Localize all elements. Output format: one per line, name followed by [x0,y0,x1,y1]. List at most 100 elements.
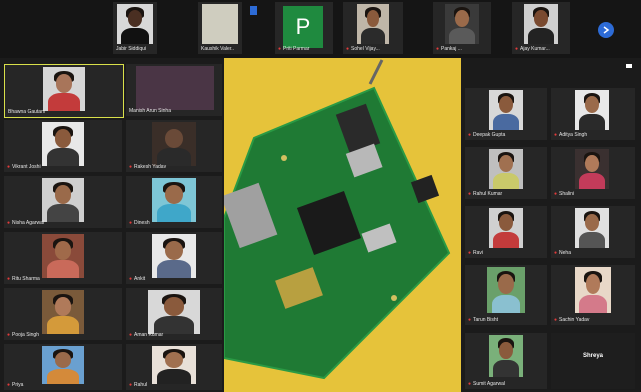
participant-video [489,208,523,248]
participant-name: ● Ritu Sharma [7,276,40,282]
mic-muted-icon: ● [468,317,472,323]
participant-name: ● Aditya Singh [554,132,588,138]
participant-video [575,267,611,313]
participant-name: ● Nisha Agarwal [7,220,44,226]
participant-video [42,178,84,222]
video-tile[interactable]: ● Pooja Singh [4,288,122,340]
participant-name: ● Neha [554,250,571,256]
collapse-icon[interactable] [626,64,632,68]
participant-video [575,208,609,248]
participant-video [148,290,200,334]
participant-video [152,346,196,384]
participant-video [489,90,523,130]
participant-name: ● Rahul [129,382,148,388]
participant-video [202,4,238,44]
mic-muted-icon: ● [554,132,558,138]
mic-muted-icon: ● [278,46,282,52]
video-tile[interactable]: ● Aditya Singh [551,88,635,140]
video-tile[interactable]: ● Sohel Vijay... [343,2,403,54]
video-tile[interactable]: ● Dinesh [126,176,222,228]
participant-video [117,4,153,44]
shared-video-stage[interactable] [224,58,461,392]
mic-muted-icon: ● [7,332,11,338]
mic-muted-icon: ● [7,220,11,226]
participant-name: ● Shalini [554,191,575,197]
participant-initial: P [283,6,323,48]
video-tile[interactable]: Manish Arun Sinha [126,64,222,116]
video-tile[interactable]: Kaushik Valer.. [198,2,242,54]
video-tile[interactable]: ● Sachin Yadav [551,265,635,325]
participant-video [487,267,525,313]
participant-name: ● Sumit Agarwal [468,381,505,387]
video-tile[interactable]: ● Priya [4,344,122,390]
next-page-button[interactable] [598,22,614,38]
participant-name: ● Priti Parmar [278,46,310,52]
participant-video [42,234,84,278]
video-tile[interactable]: ● Deepak Gupta [465,88,547,140]
video-tile[interactable]: ● Tarun Bisht [465,265,547,325]
top-participant-strip: Jabir Siddiqui Kaushik Valer.. P ● Priti … [0,0,641,58]
video-tile[interactable]: ● Rahul Kumar [465,147,547,199]
participant-video [43,67,85,111]
participant-name: ● Rahul Kumar [468,191,503,197]
participant-name: Manish Arun Sinha [129,108,171,114]
participant-video [575,90,609,130]
participant-name: ● Ravi [468,250,484,256]
video-tile[interactable]: ● Ankit [126,232,222,284]
participant-name: Jabir Siddiqui [116,46,147,52]
video-tile[interactable]: ● Rakesh Yadav [126,120,222,172]
circuit-board-image [224,59,451,380]
participant-name: ● Sohel Vijay... [346,46,380,52]
video-tile[interactable]: ● Neha [551,206,635,258]
participant-video [445,4,479,44]
video-tile[interactable]: ● Aman Kumar [126,288,222,340]
mic-muted-icon: ● [554,191,558,197]
participant-name: ● Deepak Gupta [468,132,506,138]
mic-muted-icon: ● [436,46,440,52]
participant-video [136,66,214,110]
camera-indicator-icon [250,6,257,15]
video-tile[interactable]: Jabir Siddiqui [113,2,157,54]
mic-muted-icon: ● [515,46,519,52]
participant-name-center: Shreya [582,353,603,359]
mic-muted-icon: ● [468,381,472,387]
participant-video [489,149,523,189]
participant-name: ● Rakesh Yadav [129,164,167,170]
mic-muted-icon: ● [468,250,472,256]
mic-muted-icon: ● [468,191,472,197]
participant-name: ● Priya [7,382,24,388]
participant-video [152,234,196,278]
participant-name: Bhawna Gautam [8,109,46,115]
video-tile[interactable]: ● Sumit Agarwal [465,333,547,389]
participant-video [152,122,196,166]
participant-name: ● Dinesh [129,220,150,226]
participant-video [42,290,84,334]
video-tile[interactable]: ● Rahul [126,344,222,390]
participant-name: ● Pooja Singh [7,332,39,338]
video-tile[interactable]: P ● Priti Parmar [275,2,333,54]
participant-name: ● Vikrant Joshi [7,164,41,170]
mic-muted-icon: ● [7,276,11,282]
participant-name: ● Ajay Kumar... [515,46,550,52]
participant-name: ● Ankit [129,276,146,282]
mic-muted-icon: ● [129,332,133,338]
video-tile[interactable]: ● Ajay Kumar... [512,2,570,54]
video-tile[interactable]: Bhawna Gautam [4,64,124,118]
participant-video [357,4,389,44]
participant-video [524,4,558,44]
mic-muted-icon: ● [129,382,133,388]
participant-video [152,178,196,222]
video-tile[interactable]: ● Pankaj ... [433,2,491,54]
video-tile[interactable]: ● Nisha Agarwal [4,176,122,228]
mic-muted-icon: ● [7,164,11,170]
video-tile[interactable]: ● Vikrant Joshi [4,120,122,172]
video-tile[interactable]: ● Shalini [551,147,635,199]
participant-name: ● Tarun Bisht [468,317,499,323]
mic-muted-icon: ● [468,132,472,138]
participant-video [575,149,609,189]
video-tile[interactable]: ● Ritu Sharma [4,232,122,284]
video-tile[interactable]: Shreya [551,333,635,389]
participant-name: Kaushik Valer.. [201,46,234,52]
video-tile[interactable]: ● Ravi [465,206,547,258]
participant-video [42,346,84,384]
